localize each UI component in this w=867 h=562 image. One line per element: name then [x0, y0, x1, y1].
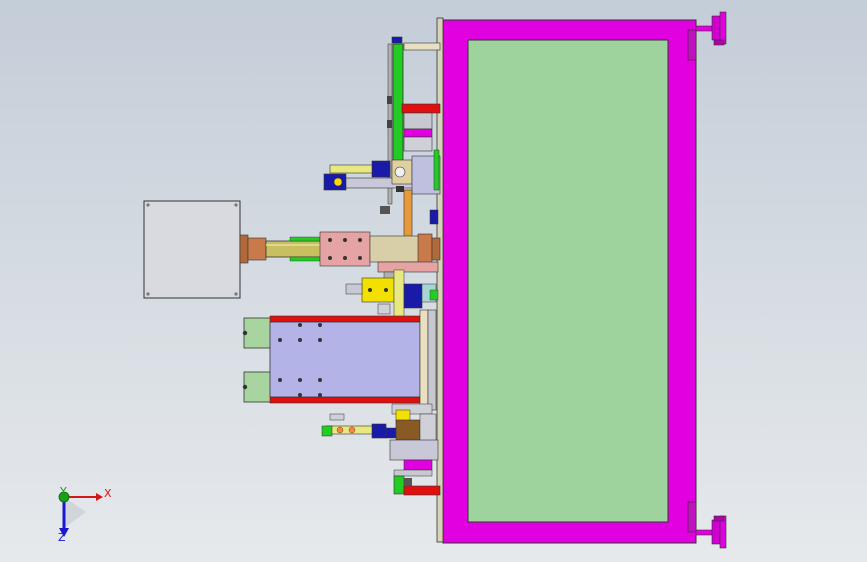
middle-bracket-assembly — [345, 261, 439, 319]
cad-viewport[interactable]: X Y Z — [0, 0, 867, 562]
frame-panel — [467, 39, 669, 523]
base-plate — [436, 17, 444, 543]
leveling-foot-bottom — [695, 515, 727, 549]
main-frame[interactable] — [442, 19, 697, 544]
leveling-foot-top — [695, 11, 727, 46]
z-axis-label: Z — [58, 531, 66, 544]
coordinate-triad: X Y Z — [58, 485, 112, 544]
x-axis-label: X — [104, 487, 112, 500]
slide-plate-assembly[interactable] — [242, 309, 437, 411]
assembly-drawing: X Y Z — [58, 11, 727, 549]
lower-cylinder-assembly — [321, 403, 441, 496]
y-axis-label: Y — [59, 485, 67, 498]
horizontal-tube — [239, 231, 441, 267]
control-box[interactable] — [143, 200, 241, 299]
